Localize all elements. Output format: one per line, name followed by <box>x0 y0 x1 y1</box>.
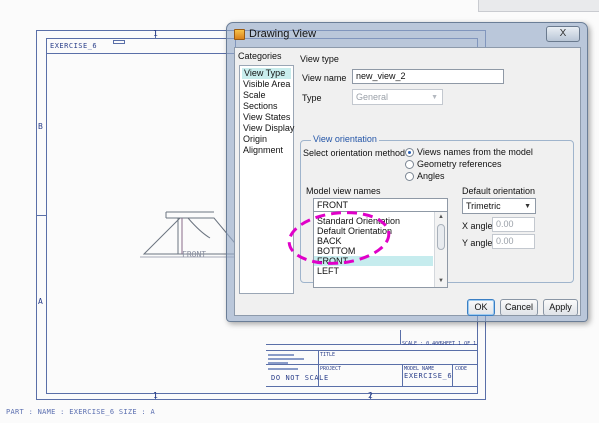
radio-angles-label[interactable]: Angles <box>417 171 445 181</box>
apply-button[interactable]: Apply <box>543 299 578 316</box>
dialog-client-area: Categories View Type Visible Area Scale … <box>234 47 581 316</box>
y-angle-label: Y angle <box>462 238 493 248</box>
category-visible-area[interactable]: Visible Area <box>243 79 290 90</box>
type-select-value: General <box>356 92 389 102</box>
zone-letter-b: B <box>38 122 43 131</box>
do-not-scale-label: DO NOT SCALE <box>271 374 329 382</box>
x-angle-label: X angle <box>462 221 493 231</box>
categories-label: Categories <box>238 51 282 61</box>
view-type-label: View type <box>300 54 339 64</box>
type-select[interactable]: General ▼ <box>352 89 443 105</box>
sheet-text: SHEET 1 OF 1 <box>440 341 477 347</box>
y-angle-input[interactable]: 0.00 <box>492 234 535 249</box>
category-view-type[interactable]: View Type <box>242 68 291 79</box>
toolbar-strip <box>478 0 599 12</box>
radio-geometry-references[interactable] <box>405 160 414 169</box>
category-alignment[interactable]: Alignment <box>243 145 283 156</box>
zone-letter-a: A <box>38 297 43 306</box>
dialog-titlebar[interactable]: Drawing View X <box>227 23 587 47</box>
list-scrollbar[interactable]: ▲ ▼ <box>434 212 447 287</box>
scale-text: SCALE : 0.400 <box>402 341 442 347</box>
chevron-down-icon: ▼ <box>431 94 438 101</box>
dialog-title: Drawing View <box>249 28 317 40</box>
scroll-up-icon[interactable]: ▲ <box>435 212 447 222</box>
view-name-input[interactable]: new_view_2 <box>352 69 504 84</box>
ok-button[interactable]: OK <box>467 299 495 316</box>
view-note-label: FRONT <box>182 250 207 259</box>
title-label: TITLE <box>320 352 336 358</box>
default-orientation-label: Default orientation <box>462 186 536 196</box>
default-orientation-select[interactable]: Trimetric ▼ <box>462 198 536 214</box>
sheet-header-text: EXERCISE_6 <box>50 42 98 50</box>
zone-tick <box>36 215 46 216</box>
model-view-names-label: Model view names <box>306 186 381 196</box>
drawing-view-icon <box>234 29 245 40</box>
category-scale[interactable]: Scale <box>243 90 266 101</box>
type-label: Type <box>302 93 322 103</box>
category-sections[interactable]: Sections <box>243 101 278 112</box>
drawing-view-dialog: Drawing View X Categories View Type Visi… <box>226 22 588 322</box>
select-method-label: Select orientation method <box>303 148 406 158</box>
zone-number-2: 2 <box>368 391 373 400</box>
x-angle-input[interactable]: 0.00 <box>492 217 535 232</box>
default-orientation-value: Trimetric <box>466 201 501 211</box>
cancel-button[interactable]: Cancel <box>500 299 538 316</box>
radio-views-names[interactable] <box>405 148 414 157</box>
radio-geometry-references-label[interactable]: Geometry references <box>417 159 502 169</box>
category-view-display[interactable]: View Display <box>243 123 294 134</box>
view-orientation-title: View orientation <box>311 134 379 144</box>
project-label: PROJECT <box>320 366 342 372</box>
radio-angles[interactable] <box>405 172 414 181</box>
sheet-header-mark <box>113 40 125 44</box>
code-label: CODE <box>455 366 468 372</box>
scroll-down-icon[interactable]: ▼ <box>435 276 447 286</box>
category-view-states[interactable]: View States <box>243 112 290 123</box>
close-button[interactable]: X <box>546 26 580 42</box>
zone-number-1: 1 <box>153 391 158 400</box>
view-name-label: View name <box>302 73 347 83</box>
model-name-value: EXERCISE_6 <box>404 372 453 380</box>
radio-views-names-label[interactable]: Views names from the model <box>417 147 533 157</box>
highlight-annotation <box>287 211 391 265</box>
status-text: PART : NAME : EXERCISE_6 SIZE : A <box>6 408 155 416</box>
category-origin[interactable]: Origin <box>243 134 267 145</box>
zone-number-1-top: 1 <box>153 29 158 38</box>
scroll-thumb[interactable] <box>437 224 445 250</box>
chevron-down-icon: ▼ <box>524 203 531 210</box>
